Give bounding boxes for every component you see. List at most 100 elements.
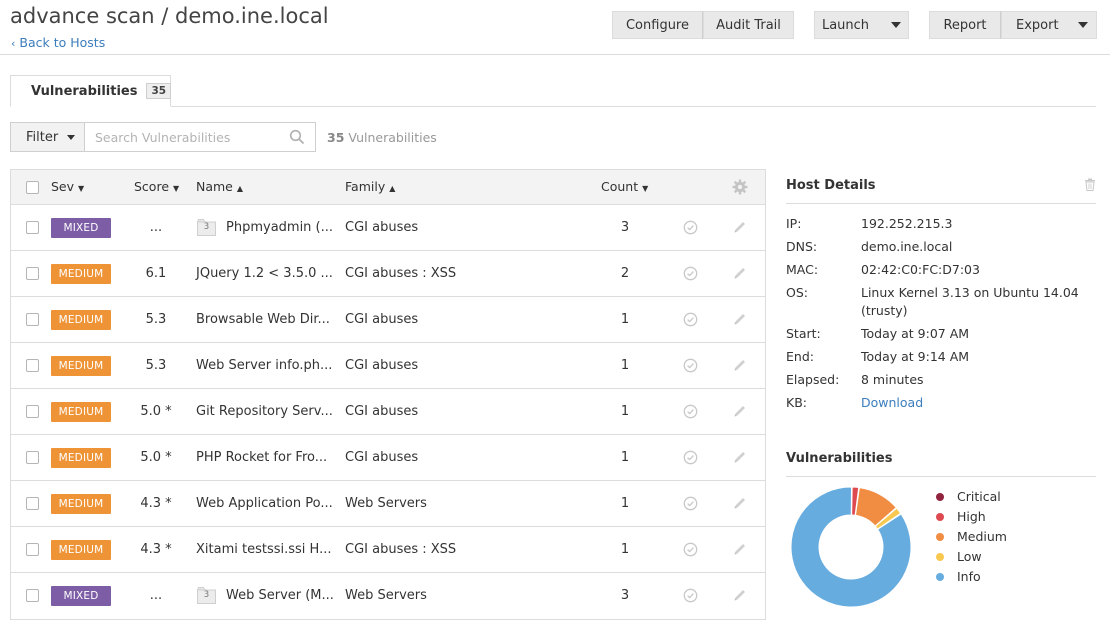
row-checkbox[interactable] [26,221,39,234]
column-family-label: Family [345,179,386,194]
check-circle-icon[interactable] [683,266,698,281]
family-cell: CGI abuses [345,358,419,373]
column-name[interactable]: Name ▲ [196,179,243,194]
check-circle-icon[interactable] [683,404,698,419]
check-circle-icon[interactable] [683,312,698,327]
row-checkbox[interactable] [26,589,39,602]
export-button[interactable]: Export [1001,11,1097,39]
tab-vulnerabilities[interactable]: Vulnerabilities 35 [10,75,172,107]
kb-download-link[interactable]: Download [861,394,1091,412]
severity-badge: MIXED [51,586,111,606]
row-checkbox[interactable] [26,405,39,418]
table-row[interactable]: MEDIUM 6.1 JQuery 1.2 < 3.5.0 ... CGI abuse… [11,251,765,297]
name-cell[interactable]: Web Server info.ph... [196,358,332,373]
count-cell: 1 [620,542,630,557]
severity-badge: MEDIUM [51,402,111,422]
count-cell: 1 [620,450,630,465]
legend-dot [936,492,944,501]
table-row[interactable]: MEDIUM 4.3 * Xitami testssi.ssi H... CGI ab… [11,527,765,573]
table-row[interactable]: MIXED... 3 Web Server (M... Web Servers 3 [11,573,765,619]
name-cell[interactable]: Web Application Po... [196,496,333,511]
legend-dot [936,512,944,521]
configure-button[interactable]: Configure [612,11,703,39]
vulnerability-count-text: 35 Vulnerabilities [327,130,437,145]
score-cell: 5.3 [145,358,167,373]
page-title: advance scan / demo.ine.local [10,4,329,28]
name-cell[interactable]: Web Server (M... [226,588,334,603]
check-circle-icon[interactable] [683,358,698,373]
row-checkbox[interactable] [26,451,39,464]
detail-label: KB: [786,395,807,410]
detail-value: 192.252.215.3 [861,216,953,231]
column-score[interactable]: Score ▼ [134,179,179,194]
check-circle-icon[interactable] [683,542,698,557]
pencil-icon[interactable] [733,404,747,418]
host-details-title: Host Details [786,178,876,193]
table-row[interactable]: MEDIUM 5.3 Browsable Web Dir... CGI abuses 1 [11,297,765,343]
name-cell[interactable]: Git Repository Serv... [196,404,333,419]
filter-button[interactable]: Filter [10,122,85,152]
pencil-icon[interactable] [733,312,747,326]
detail-label: Elapsed: [786,372,840,387]
row-checkbox[interactable] [26,359,39,372]
pencil-icon[interactable] [733,588,747,602]
name-cell[interactable]: Browsable Web Dir... [196,312,330,327]
family-cell: CGI abuses : XSS [345,266,457,281]
legend-dot [936,572,944,581]
check-circle-icon[interactable] [683,588,698,603]
pencil-icon[interactable] [733,450,747,464]
launch-button[interactable]: Launch [814,11,909,39]
row-checkbox[interactable] [26,543,39,556]
table-row[interactable]: MEDIUM 5.0 * PHP Rocket for Fro... CGI abus… [11,435,765,481]
audit-trail-button[interactable]: Audit Trail [703,11,794,39]
host-details-divider [786,203,1096,204]
count-cell: 1 [620,312,630,327]
pencil-icon[interactable] [733,542,747,556]
trash-icon[interactable] [1084,178,1096,191]
row-checkbox[interactable] [26,497,39,510]
name-cell[interactable]: Phpmyadmin (... [226,220,333,235]
name-cell[interactable]: PHP Rocket for Fro... [196,450,327,465]
count-cell: 3 [620,588,630,603]
table-row[interactable]: MEDIUM 5.0 * Git Repository Serv... CGI abu… [11,389,765,435]
search-icon[interactable] [289,129,305,145]
gear-icon[interactable] [732,179,748,195]
legend-item: Medium [936,529,1007,544]
check-circle-icon[interactable] [683,450,698,465]
table-row[interactable]: MEDIUM 4.3 * Web Application Po... Web Serv… [11,481,765,527]
severity-badge: MEDIUM [51,356,111,376]
search-input[interactable] [85,123,275,151]
report-button[interactable]: Report [929,11,1001,39]
pencil-icon[interactable] [733,358,747,372]
legend-dot [936,532,944,541]
sort-asc-icon: ▲ [389,184,396,193]
severity-badge: MEDIUM [51,540,111,560]
table-body: MIXED... 3 Phpmyadmin (... CGI abuses 3 MEDIU… [11,205,765,619]
folder-count: 3 [203,222,210,232]
pencil-icon[interactable] [733,496,747,510]
pencil-icon[interactable] [733,220,747,234]
select-all-checkbox[interactable] [26,181,39,194]
check-circle-icon[interactable] [683,496,698,511]
detail-label: IP: [786,216,802,231]
table-row[interactable]: MIXED... 3 Phpmyadmin (... CGI abuses 3 [11,205,765,251]
column-sev[interactable]: Sev ▼ [51,179,84,194]
vulnerabilities-table: Sev ▼ Score ▼ Name ▲ Family ▲ Count ▼ MIXED..… [10,169,766,620]
pencil-icon[interactable] [733,266,747,280]
count-cell: 1 [620,496,630,511]
back-to-hosts-label: Back to Hosts [19,35,106,50]
name-cell[interactable]: Xitami testssi.ssi H... [196,542,331,557]
family-cell: CGI abuses [345,404,419,419]
row-checkbox[interactable] [26,313,39,326]
back-to-hosts-link[interactable]: ‹ Back to Hosts [11,35,105,50]
severity-badge: MEDIUM [51,448,111,468]
column-count[interactable]: Count ▼ [601,179,648,194]
detail-label: DNS: [786,239,818,254]
search-box[interactable] [84,122,316,152]
check-circle-icon[interactable] [683,220,698,235]
chevron-left-icon: ‹ [11,37,16,50]
column-family[interactable]: Family ▲ [345,179,395,194]
table-row[interactable]: MEDIUM 5.3 Web Server info.ph... CGI abuses… [11,343,765,389]
row-checkbox[interactable] [26,267,39,280]
name-cell[interactable]: JQuery 1.2 < 3.5.0 ... [196,266,333,281]
